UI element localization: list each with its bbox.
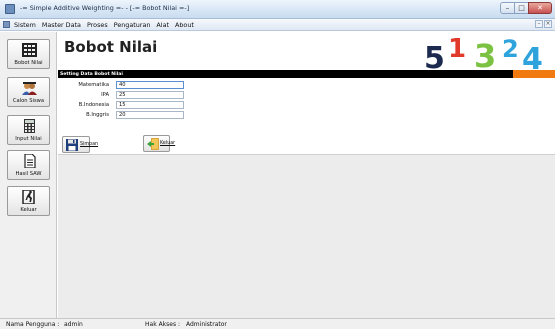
menu-bar: Sistem Master Data Proses Pengaturan Ala… [0, 19, 555, 31]
matematika-field[interactable] [116, 81, 184, 89]
exit-door-icon [147, 138, 159, 150]
main-content: Bobot Nilai 5 1 3 2 4 Setting Data Bobot… [58, 32, 555, 318]
page-header: Bobot Nilai 5 1 3 2 4 [58, 32, 555, 71]
ipa-field[interactable] [116, 91, 184, 99]
save-button[interactable]: Simpan [62, 136, 98, 153]
sidebar-item-label: Calon Siswa [12, 98, 45, 104]
numbers-logo-icon: 5 1 3 2 4 [424, 35, 543, 69]
status-bar: Nama Pengguna : admin Hak Akses : Admini… [0, 318, 555, 329]
svg-text:2: 2 [502, 35, 519, 63]
exit-door-icon [22, 190, 35, 204]
exit-button[interactable]: Keluar [143, 135, 175, 152]
sidebar-item-label: Hasil SAW [15, 171, 42, 177]
mdi-close-button[interactable]: × [544, 20, 552, 28]
document-icon [24, 154, 36, 168]
accent-bar [513, 70, 555, 78]
mdi-child-icon[interactable] [3, 21, 10, 28]
svg-text:3: 3 [474, 37, 496, 69]
status-user-value: admin [64, 321, 83, 328]
calculator-icon [24, 119, 35, 133]
sidebar-item-input-nilai[interactable]: Input Nilai [7, 115, 50, 145]
svg-text:5: 5 [424, 41, 445, 69]
field-label-b-inggris: B.Inggris [86, 112, 109, 118]
app-icon [5, 4, 15, 14]
students-icon [22, 82, 37, 95]
sidebar-item-hasil-saw[interactable]: Hasil SAW [7, 150, 50, 180]
mdi-controls: – × [534, 20, 552, 28]
window-controls: – □ ✕ [500, 2, 552, 15]
section-header-bar [58, 70, 555, 78]
grid-icon [22, 43, 37, 57]
window-title: -= Simple Additive Weighting =- - [-= Bo… [20, 4, 190, 12]
status-access-value: Administrator [186, 321, 227, 328]
status-access-label: Hak Akses : [145, 321, 181, 328]
sidebar-item-bobot-nilai[interactable]: Bobot Nilai [7, 39, 50, 69]
field-label-matematika: Matematika [78, 82, 109, 88]
svg-text:1: 1 [448, 35, 466, 64]
sidebar-item-label: Keluar [20, 207, 37, 213]
menu-alat[interactable]: Alat [156, 21, 169, 29]
close-button[interactable]: ✕ [528, 2, 552, 14]
menu-proses[interactable]: Proses [87, 21, 108, 29]
menu-master-data[interactable]: Master Data [42, 21, 81, 29]
mdi-workspace [58, 154, 555, 318]
field-label-b-indonesia: B.Indonesia [78, 102, 109, 108]
maximize-button[interactable]: □ [514, 2, 529, 14]
menu-sistem[interactable]: Sistem [14, 21, 36, 29]
floppy-disk-icon [66, 139, 78, 151]
mdi-minimize-button[interactable]: – [535, 20, 543, 28]
menu-pengaturan[interactable]: Pengaturan [114, 21, 151, 29]
main-menu: Sistem Master Data Proses Pengaturan Ala… [14, 21, 200, 29]
minimize-button[interactable]: – [500, 2, 515, 14]
b-inggris-field[interactable] [116, 111, 184, 119]
sidebar-item-calon-siswa[interactable]: Calon Siswa [7, 77, 50, 107]
exit-button-label: Keluar [160, 141, 176, 146]
status-user-label: Nama Pengguna : [6, 321, 60, 328]
window-titlebar: -= Simple Additive Weighting =- - [-= Bo… [0, 0, 555, 19]
field-label-ipa: IPA [101, 92, 109, 98]
menu-about[interactable]: About [175, 21, 194, 29]
b-indonesia-field[interactable] [116, 101, 184, 109]
svg-text:4: 4 [522, 42, 543, 69]
sidebar-item-label: Bobot Nilai [14, 60, 43, 66]
section-title: Setting Data Bobot Nilai [60, 72, 123, 77]
save-button-label: Simpan [80, 142, 99, 147]
sidebar-item-keluar[interactable]: Keluar [7, 186, 50, 216]
sidebar: Bobot Nilai Calon Siswa Input Nilai Hasi… [0, 32, 57, 318]
sidebar-item-label: Input Nilai [15, 136, 42, 142]
page-title: Bobot Nilai [64, 38, 158, 56]
